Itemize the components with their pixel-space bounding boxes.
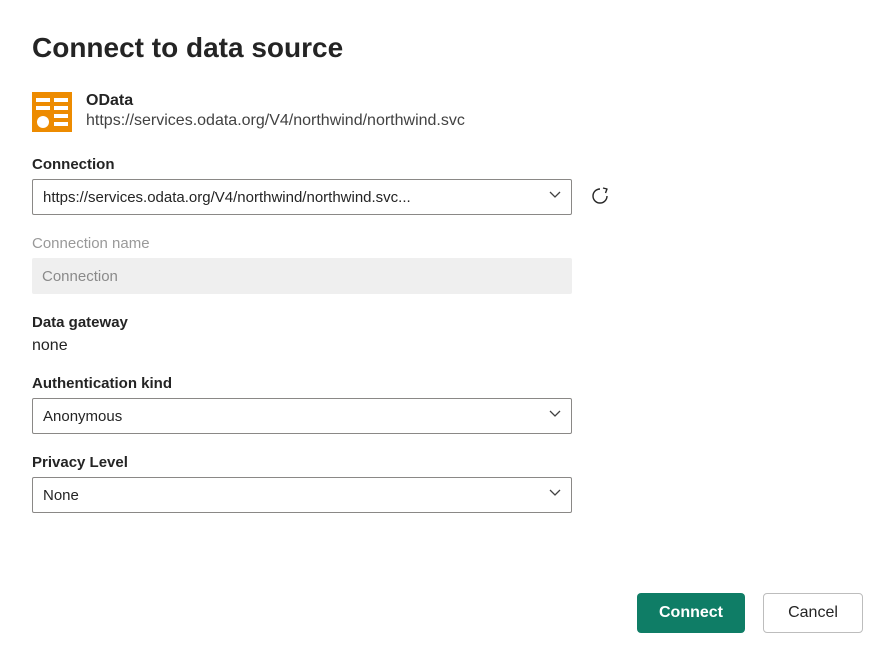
cancel-button[interactable]: Cancel xyxy=(763,593,863,633)
odata-icon xyxy=(32,92,72,132)
page-title: Connect to data source xyxy=(32,32,863,64)
auth-kind-label: Authentication kind xyxy=(32,375,863,392)
refresh-icon xyxy=(590,186,610,209)
auth-kind-select[interactable]: Anonymous xyxy=(32,398,572,434)
source-name: OData xyxy=(86,92,465,110)
data-gateway-value: none xyxy=(32,337,863,355)
data-gateway-label: Data gateway xyxy=(32,314,863,331)
connection-select[interactable]: https://services.odata.org/V4/northwind/… xyxy=(32,179,572,215)
privacy-level-label: Privacy Level xyxy=(32,454,863,471)
connection-name-label: Connection name xyxy=(32,235,863,252)
dialog-buttons: Connect Cancel xyxy=(637,593,863,633)
connection-label: Connection xyxy=(32,156,863,173)
refresh-button[interactable] xyxy=(588,185,612,209)
source-url: https://services.odata.org/V4/northwind/… xyxy=(86,112,465,130)
privacy-level-select[interactable]: None xyxy=(32,477,572,513)
connect-button[interactable]: Connect xyxy=(637,593,745,633)
connection-name-input xyxy=(32,258,572,294)
data-source-header: OData https://services.odata.org/V4/nort… xyxy=(32,92,863,132)
